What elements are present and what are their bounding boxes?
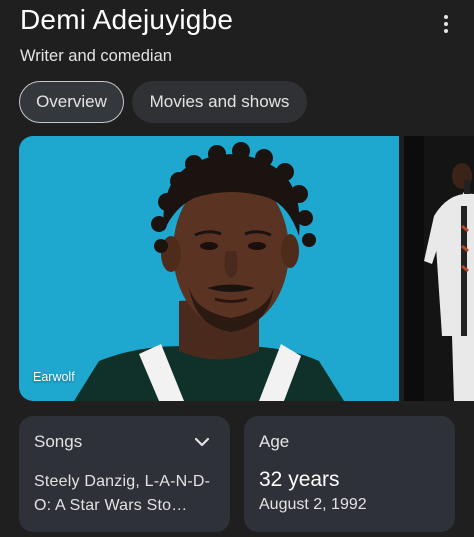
chevron-down-icon[interactable] [194, 436, 210, 448]
page-title: Demi Adejuyigbe [20, 4, 234, 35]
more-options-button[interactable] [434, 12, 458, 36]
image-caption: Earwolf [33, 370, 75, 384]
age-value: 32 years [259, 468, 340, 491]
image-primary[interactable]: Earwolf [19, 136, 399, 401]
image-secondary[interactable] [404, 136, 474, 401]
age-card-label: Age [259, 432, 290, 451]
tab-movies-and-shows[interactable]: Movies and shows [132, 81, 307, 123]
songs-card[interactable]: Songs Steely Danzig, L-A-N-D-O: A Star W… [19, 416, 230, 532]
songs-card-text: Steely Danzig, L-A-N-D-O: A Star Wars St… [34, 473, 211, 514]
portrait-illustration [74, 142, 344, 401]
tab-overview[interactable]: Overview [19, 81, 124, 123]
songs-card-label: Songs [34, 432, 83, 451]
age-card[interactable]: Age 32 years August 2, 1992 [244, 416, 455, 532]
subtitle: Writer and comedian [20, 47, 172, 65]
performer-illustration [404, 136, 474, 401]
more-vert-icon [444, 15, 448, 19]
birth-date: August 2, 1992 [259, 496, 367, 513]
